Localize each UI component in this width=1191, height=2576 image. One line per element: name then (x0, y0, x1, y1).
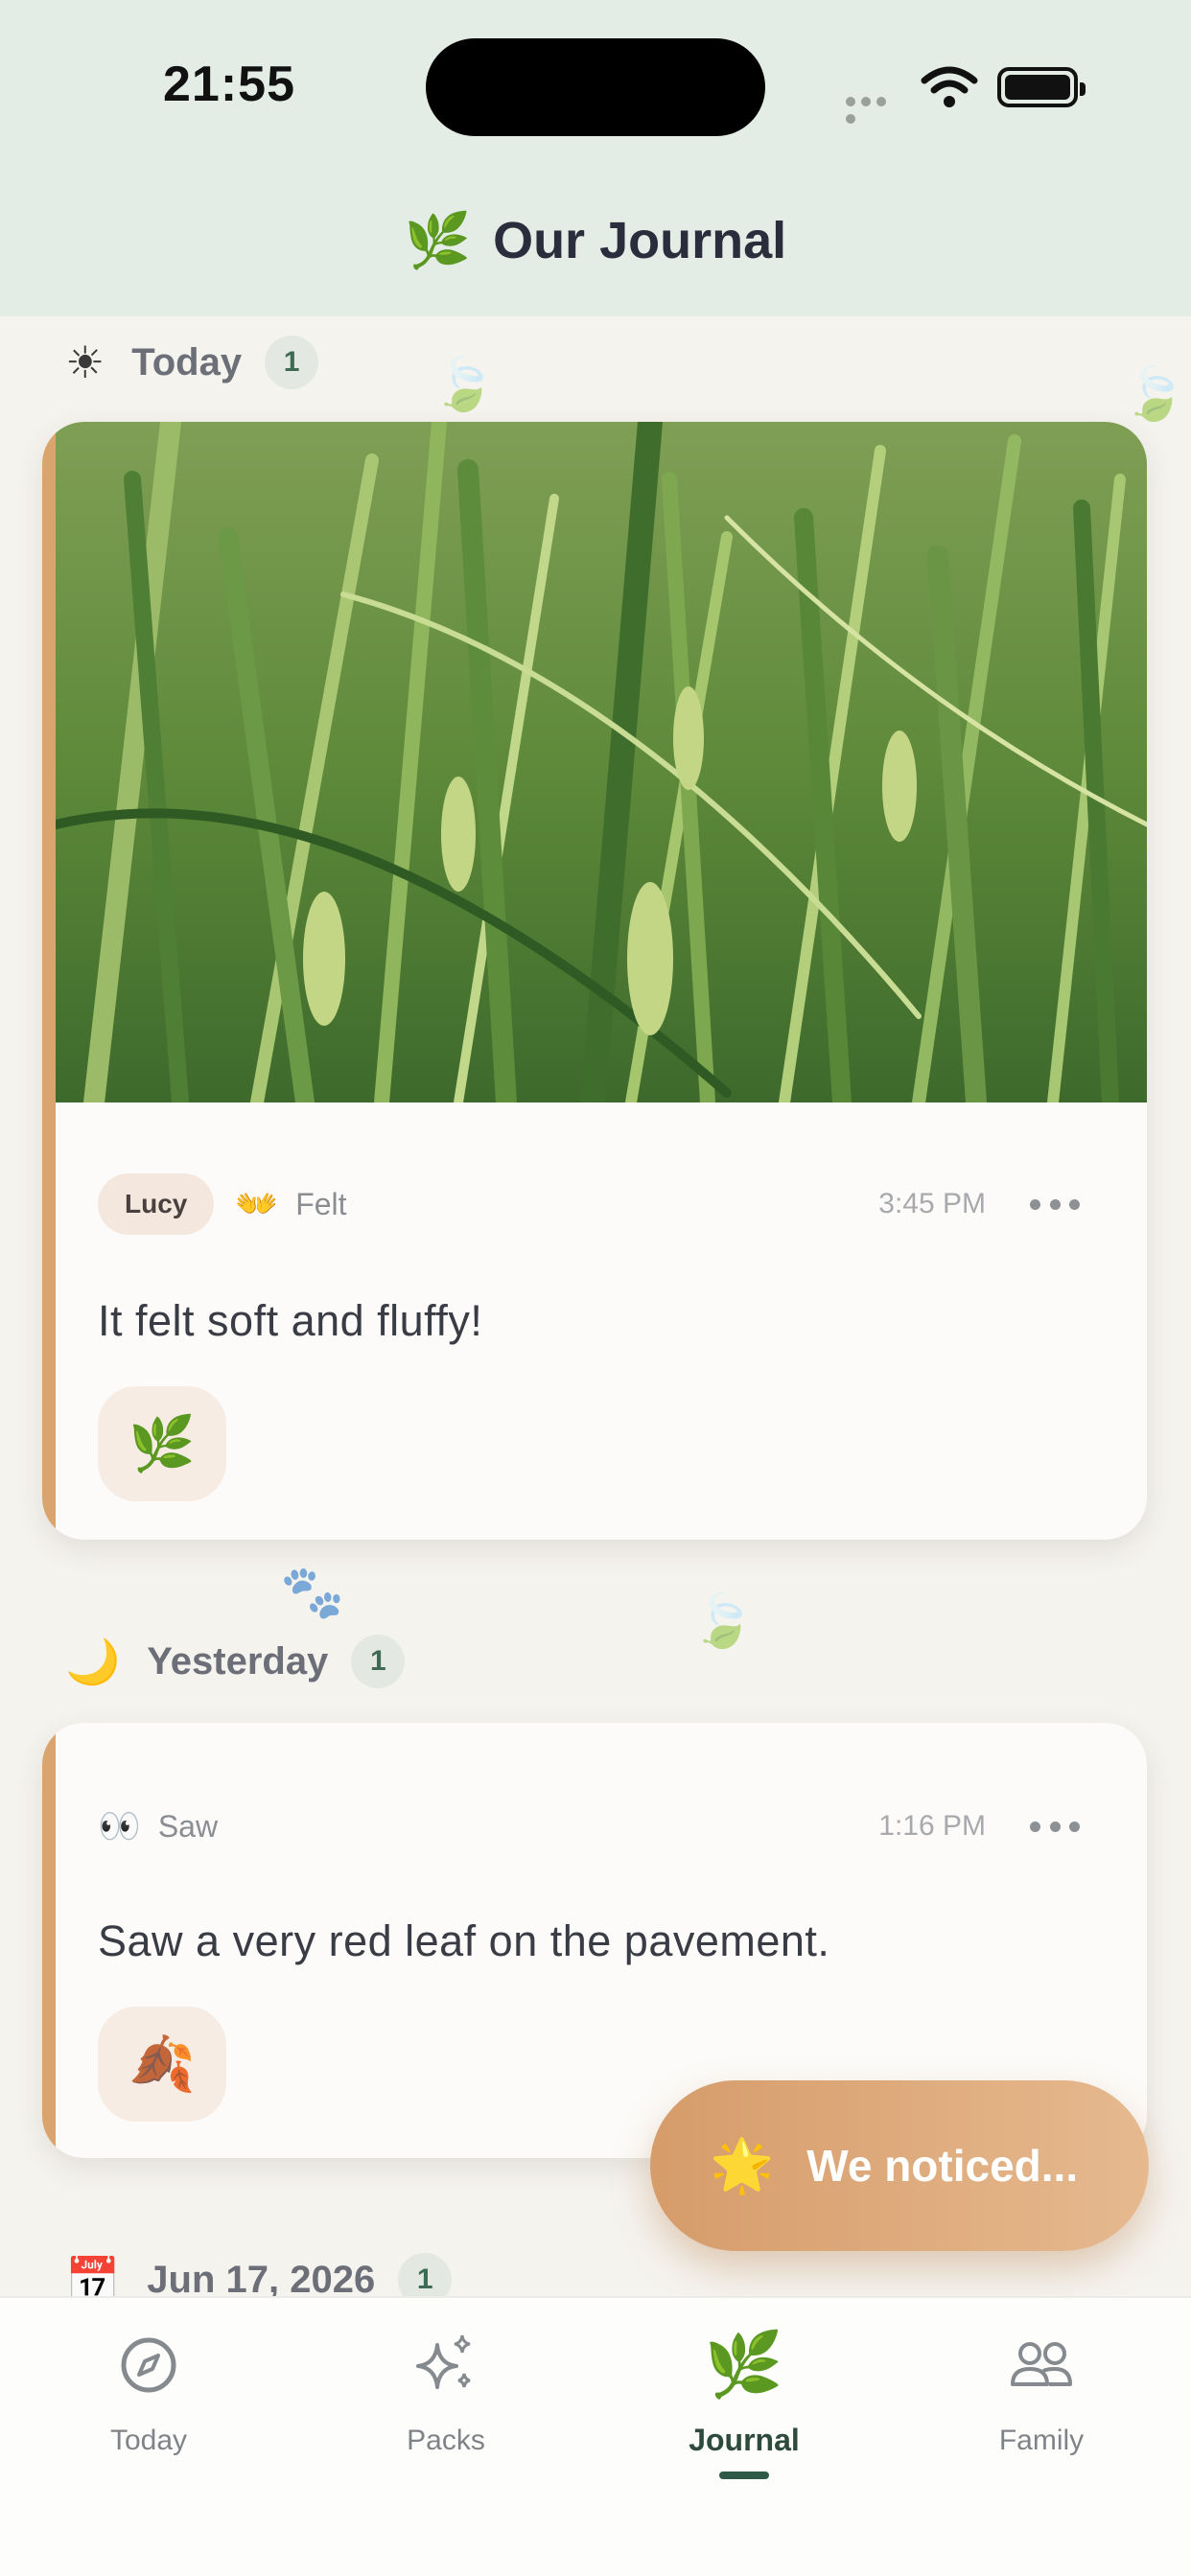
active-tab-indicator (719, 2472, 769, 2479)
wifi-icon (921, 66, 978, 107)
grass-photo-image (56, 422, 1147, 1102)
tab-family[interactable]: Family (926, 2327, 1156, 2457)
entry-meta-row: 👀 Saw 1:16 PM (98, 1794, 1080, 1859)
tab-label: Journal (689, 2423, 800, 2457)
status-time: 21:55 (163, 57, 295, 112)
sense-label: Felt (295, 1186, 347, 1221)
section-header-today: ☀ Today 1 (65, 334, 319, 391)
people-icon (1011, 2342, 1072, 2386)
sun-icon: ☀ (65, 337, 105, 387)
paw-decoration-icon: 🐾 (280, 1564, 345, 1621)
bottom-tab-bar: Today Packs 🌿 Journal Family (0, 2296, 1191, 2576)
entry-time: 3:45 PM (878, 1188, 986, 1219)
section-title: Today (131, 340, 243, 383)
author-badge: Lucy (98, 1173, 215, 1235)
more-options-icon[interactable] (1030, 1817, 1080, 1836)
battery-icon (997, 67, 1086, 107)
section-title: Jun 17, 2026 (147, 2258, 376, 2301)
tab-label: Family (998, 2425, 1085, 2456)
section-header-yesterday: 🌙 Yesterday 1 (65, 1633, 406, 1690)
journal-entry-card[interactable]: Lucy 👐 Felt 3:45 PM It felt soft and flu… (42, 422, 1147, 1540)
cellular-signal-icon (846, 94, 905, 124)
we-noticed-label: We noticed... (806, 2141, 1079, 2191)
leaf-decoration-icon: 🍃 (690, 1592, 756, 1650)
dynamic-island (426, 38, 765, 136)
entry-meta-row: Lucy 👐 Felt 3:45 PM (98, 1172, 1080, 1237)
entry-emoji-tile: 🍂 (98, 2007, 226, 2122)
card-accent-bar (42, 422, 56, 1540)
card-accent-bar (42, 1723, 56, 2158)
tab-packs[interactable]: Packs (331, 2327, 561, 2457)
sense-label: Saw (157, 1808, 219, 1844)
more-options-icon[interactable] (1030, 1195, 1080, 1214)
tab-label: Packs (407, 2425, 485, 2456)
leaf-decoration-icon: 🍃 (432, 356, 497, 413)
we-noticed-button[interactable]: 🌟 We noticed... (650, 2080, 1149, 2251)
eyes-icon: 👀 (98, 1806, 141, 1845)
header: 🌿 Our Journal (0, 209, 1191, 272)
tab-label: Today (109, 2425, 188, 2456)
entry-emoji-tile: 🌿 (98, 1386, 226, 1501)
sparkles-icon (416, 2334, 471, 2389)
entry-text: It felt soft and fluffy! (98, 1296, 483, 1345)
star-icon: 🌟 (710, 2136, 775, 2194)
top-bar: 21:55 🌿 Our Journal (0, 0, 1191, 316)
moon-icon: 🌙 (65, 1636, 121, 1686)
hands-icon: 👐 (235, 1184, 279, 1223)
count-badge: 1 (351, 1635, 406, 1688)
leaf-logo-icon: 🌿 (404, 210, 472, 270)
page-title: Our Journal (493, 212, 787, 269)
tab-today[interactable]: Today (34, 2327, 264, 2457)
tab-journal[interactable]: 🌿 Journal (629, 2327, 859, 2479)
entry-photo[interactable] (56, 422, 1147, 1102)
entry-time: 1:16 PM (878, 1810, 986, 1842)
journal-screen: 🍃 🍃 🐾 🍃 21:55 🌿 Our Journal ☀ Today 1 Lu… (0, 0, 1191, 2576)
leaf-icon: 🌿 (704, 2329, 784, 2400)
leaf-decoration-icon: 🍃 (1122, 365, 1187, 423)
section-title: Yesterday (147, 1639, 329, 1683)
compass-icon (121, 2337, 176, 2393)
count-badge: 1 (265, 336, 319, 389)
entry-text: Saw a very red leaf on the pavement. (98, 1916, 830, 1965)
